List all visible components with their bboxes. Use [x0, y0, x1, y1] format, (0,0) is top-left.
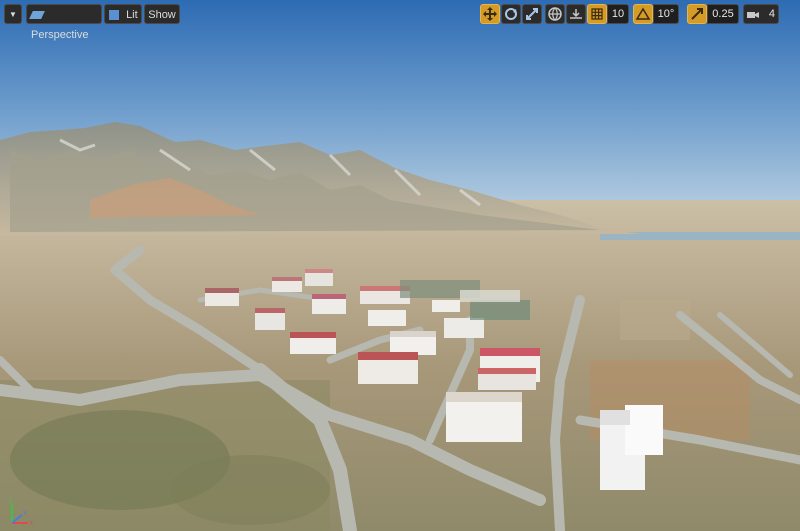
- scale-snap-value-label: 0.25: [712, 8, 734, 20]
- axis-y-label: Y: [23, 511, 27, 517]
- translate-tool-button[interactable]: [480, 4, 500, 24]
- scale-snap-value[interactable]: 0.25: [707, 4, 739, 24]
- world-local-toggle[interactable]: [545, 4, 565, 24]
- scale-snap-toggle[interactable]: [687, 4, 707, 24]
- lit-label: Lit: [126, 9, 138, 22]
- axis-gizmo: Z X Y: [9, 500, 33, 527]
- rotation-snap-value[interactable]: 10°: [653, 4, 679, 24]
- rotate-icon: [505, 8, 517, 20]
- surface-snap-button[interactable]: [566, 4, 586, 24]
- chevron-down-icon: ▼: [9, 10, 17, 20]
- viewport-options-button[interactable]: ▼: [4, 4, 22, 24]
- move-icon: [483, 7, 497, 21]
- grid-snap-value[interactable]: 10: [607, 4, 629, 24]
- grid-icon: [591, 8, 603, 20]
- axis-x-label: X: [29, 521, 33, 527]
- lit-cube-icon: [109, 10, 119, 21]
- show-label: Show: [148, 9, 176, 22]
- scale-snap-icon: [691, 8, 703, 20]
- grid-snap-toggle[interactable]: [587, 4, 607, 24]
- scale-tool-button[interactable]: [522, 4, 542, 24]
- perspective-icon: [29, 11, 45, 20]
- angle-icon: [635, 7, 651, 20]
- rotation-snap-toggle[interactable]: [633, 4, 653, 24]
- rotate-tool-button[interactable]: [501, 4, 521, 24]
- scene-render[interactable]: [0, 0, 800, 531]
- perspective-button[interactable]: Perspective: [26, 4, 102, 41]
- axis-z-label: Z: [9, 500, 13, 506]
- globe-icon: [548, 7, 562, 21]
- viewport-toolbar: ▼ Perspective Lit Show 10 10° 0.25 4: [4, 4, 796, 41]
- surface-snap-icon: [570, 9, 582, 19]
- camera-speed-button[interactable]: 4: [743, 4, 779, 24]
- camera-speed-value: 4: [768, 8, 775, 20]
- rotation-snap-value-label: 10°: [657, 8, 675, 20]
- camera-icon: [747, 12, 759, 18]
- scale-icon: [526, 8, 538, 20]
- show-button[interactable]: Show: [144, 4, 180, 24]
- grid-snap-value-label: 10: [611, 8, 625, 20]
- perspective-label: Perspective: [31, 29, 89, 42]
- level-viewport[interactable]: ▼ Perspective Lit Show 10 10° 0.25 4 Z X…: [0, 0, 800, 531]
- view-mode-button[interactable]: Lit: [104, 4, 142, 24]
